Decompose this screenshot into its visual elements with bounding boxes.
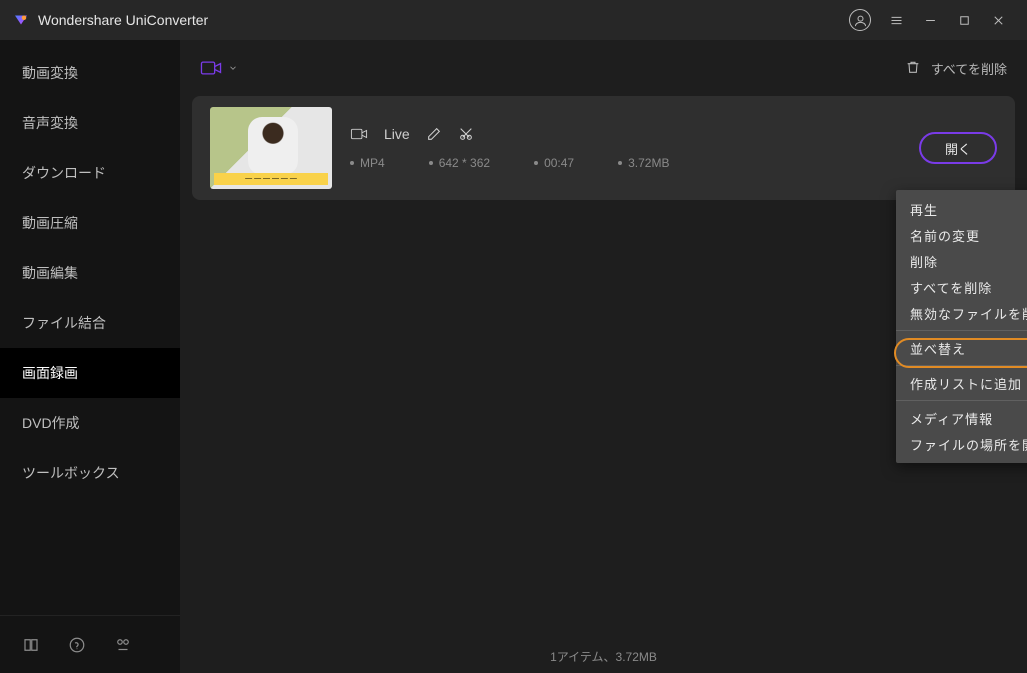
close-button[interactable] (981, 3, 1015, 37)
cm-delete-all[interactable]: すべてを削除 (896, 274, 1027, 300)
guide-icon[interactable] (22, 636, 40, 654)
cm-open-location[interactable]: ファイルの場所を開く (896, 431, 1027, 457)
sidebar-item-dvd[interactable]: DVD作成 (0, 398, 180, 448)
video-thumbnail: — — — — — — (210, 107, 332, 189)
sidebar-item-merge[interactable]: ファイル結合 (0, 298, 180, 348)
sidebar-item-label: ツールボックス (22, 463, 120, 483)
menu-button[interactable] (879, 3, 913, 37)
sidebar-item-label: 動画変換 (22, 63, 78, 83)
cm-delete-invalid[interactable]: 無効なファイルを削除 (896, 300, 1027, 326)
sidebar-item-label: DVD作成 (22, 413, 80, 433)
delete-all-button[interactable]: すべてを削除 (931, 59, 1007, 78)
cm-add-to-list[interactable]: 作成リストに追加 (896, 370, 1027, 396)
sidebar-item-compress[interactable]: 動画圧縮 (0, 198, 180, 248)
sidebar-item-edit[interactable]: 動画編集 (0, 248, 180, 298)
cm-delete[interactable]: 削除 (896, 248, 1027, 274)
chevron-down-icon (228, 63, 238, 73)
sidebar: 動画変換 音声変換 ダウンロード 動画圧縮 動画編集 ファイル結合 画面録画 D… (0, 40, 180, 673)
cm-rename[interactable]: 名前の変更 (896, 222, 1027, 248)
edit-name-icon[interactable] (426, 126, 442, 142)
preferences-icon[interactable] (114, 636, 132, 654)
app-logo-icon (12, 11, 30, 29)
trash-icon[interactable] (905, 59, 921, 78)
content-toolbar: すべてを削除 (180, 40, 1027, 96)
file-duration: 00:47 (534, 156, 574, 170)
minimize-button[interactable] (913, 3, 947, 37)
sidebar-item-label: ダウンロード (22, 163, 106, 183)
file-name: Live (384, 126, 410, 142)
content-area: すべてを削除 — — — — — — Live MP4 (180, 40, 1027, 673)
sidebar-item-download[interactable]: ダウンロード (0, 148, 180, 198)
file-info: Live MP4 642 * 362 00:47 3.72MB (350, 126, 901, 170)
trim-icon[interactable] (458, 126, 474, 142)
file-resolution: 642 * 362 (429, 156, 490, 170)
context-menu: 再生 名前の変更 削除 すべてを削除 無効なファイルを削除 並べ替え 作成リスト… (896, 190, 1027, 463)
record-mode-dropdown[interactable] (200, 59, 238, 77)
sidebar-item-video-convert[interactable]: 動画変換 (0, 48, 180, 98)
sidebar-item-label: 音声変換 (22, 113, 78, 133)
status-text: 1アイテム、3.72MB (550, 648, 657, 665)
file-card[interactable]: — — — — — — Live MP4 642 * 362 00:47 3.7… (192, 96, 1015, 200)
sidebar-item-label: 動画圧縮 (22, 213, 78, 233)
sidebar-item-label: ファイル結合 (22, 313, 106, 333)
sidebar-item-label: 画面録画 (22, 363, 78, 383)
sidebar-item-screen-record[interactable]: 画面録画 (0, 348, 180, 398)
maximize-button[interactable] (947, 3, 981, 37)
statusbar: 1アイテム、3.72MB (180, 639, 1027, 673)
account-button[interactable] (845, 3, 879, 37)
cm-play[interactable]: 再生 (896, 196, 1027, 222)
titlebar: Wondershare UniConverter (0, 0, 1027, 40)
cm-sort[interactable]: 並べ替え (896, 335, 1027, 361)
open-button[interactable]: 開く (919, 132, 997, 164)
file-format: MP4 (350, 156, 385, 170)
cm-media-info[interactable]: メディア情報 (896, 405, 1027, 431)
app-title: Wondershare UniConverter (38, 12, 208, 28)
help-icon[interactable] (68, 636, 86, 654)
sidebar-item-label: 動画編集 (22, 263, 78, 283)
sidebar-item-audio-convert[interactable]: 音声変換 (0, 98, 180, 148)
file-size: 3.72MB (618, 156, 669, 170)
sidebar-item-toolbox[interactable]: ツールボックス (0, 448, 180, 498)
video-icon (350, 127, 368, 141)
